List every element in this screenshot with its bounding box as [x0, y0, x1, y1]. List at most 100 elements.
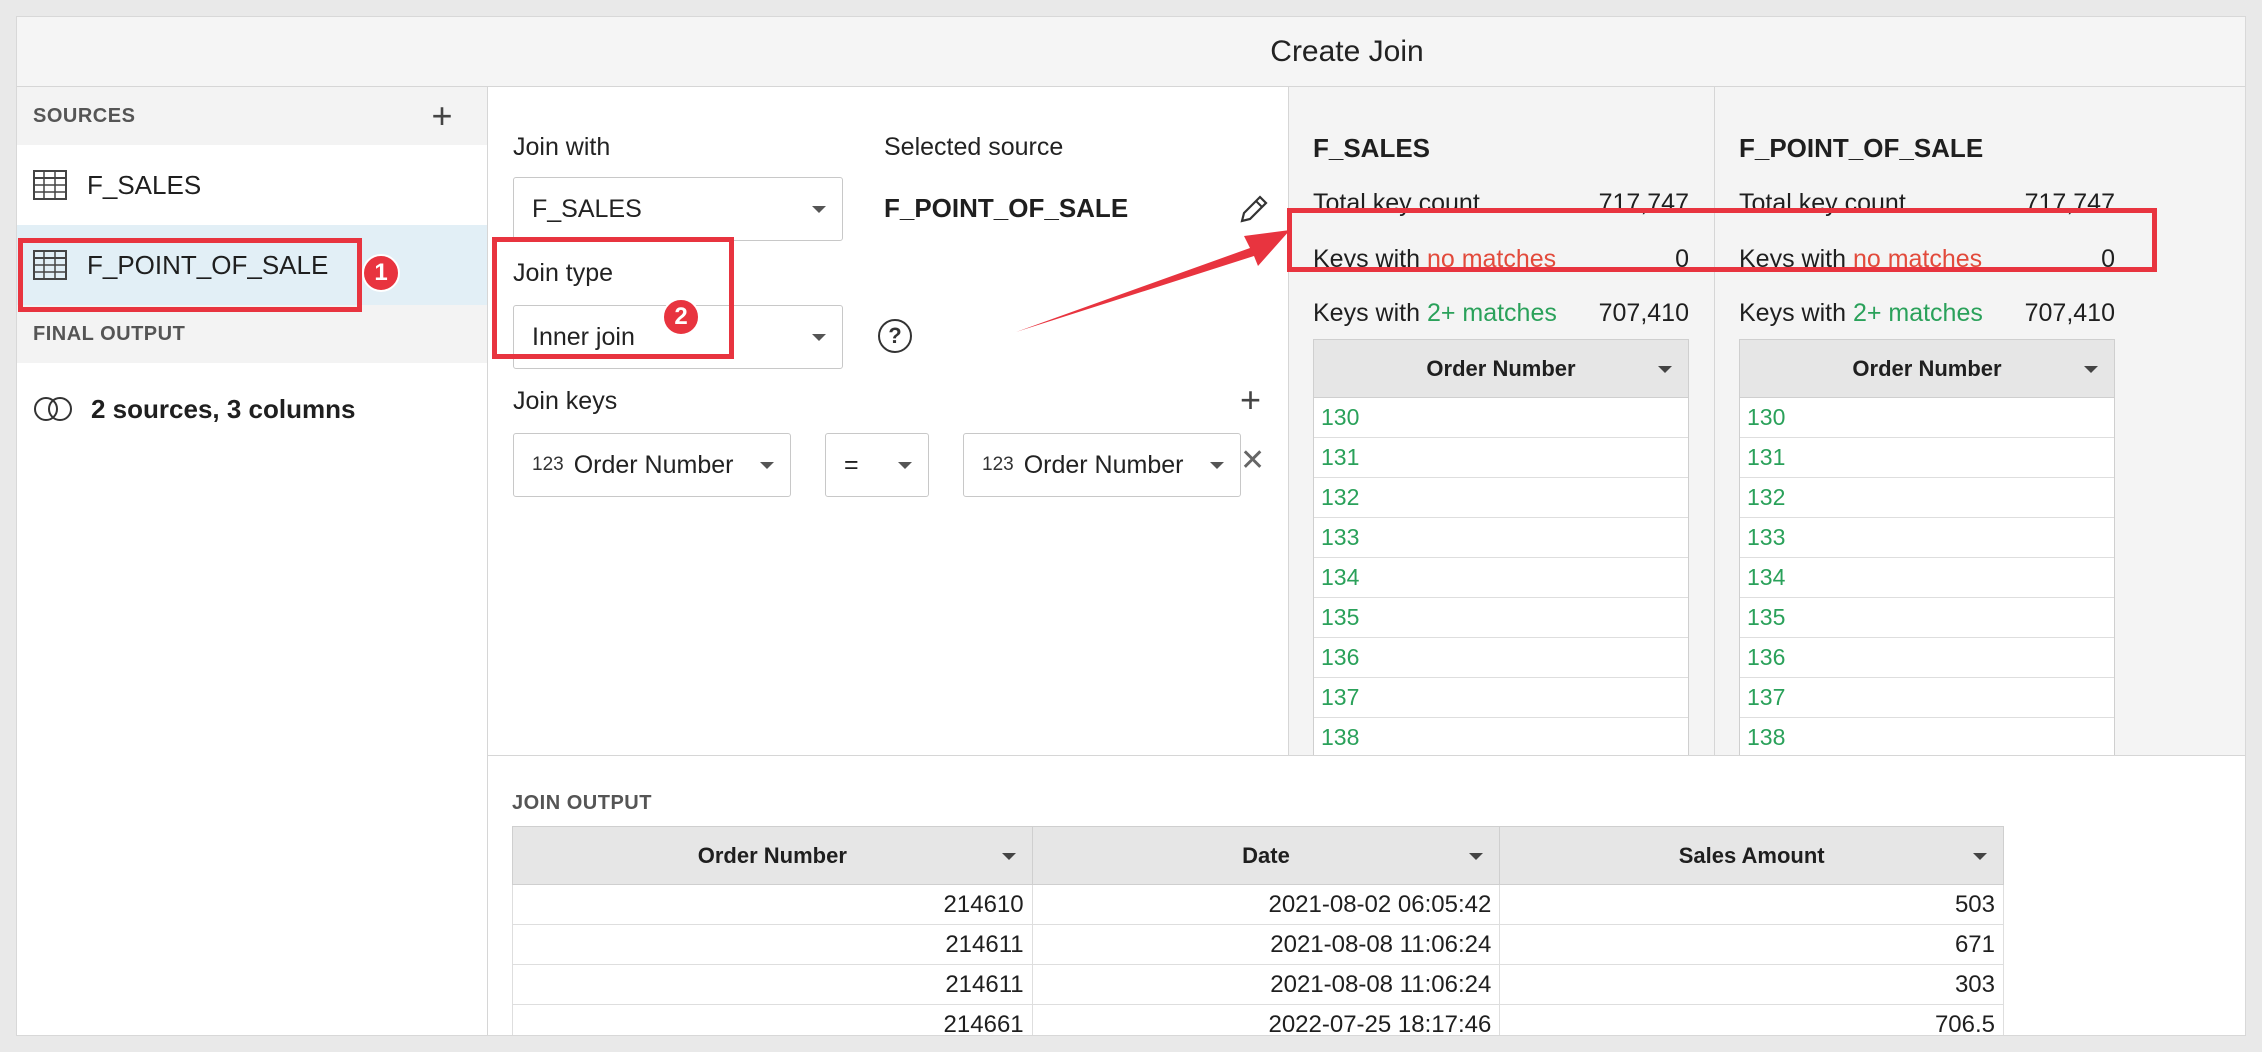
table-cell: 214610 — [512, 884, 1033, 925]
highlight-box-join-type — [492, 237, 734, 359]
final-output-header: FINAL OUTPUT — [17, 305, 487, 363]
chevron-down-icon[interactable] — [1658, 366, 1672, 373]
join-output-table: Order Number Date Sales Amount 214610 20… — [512, 826, 2004, 1035]
key-row: 131 — [1740, 438, 2114, 478]
multi-match-label: 2+ matches — [1852, 299, 1983, 327]
key-row: 135 — [1740, 598, 2114, 638]
multi-match-prefix: Keys with — [1739, 299, 1853, 327]
right-key-value: Order Number — [1023, 450, 1184, 479]
chevron-down-icon — [812, 206, 826, 213]
key-row: 133 — [1314, 518, 1688, 558]
table-cell: 2021-08-02 06:05:42 — [1031, 884, 1501, 925]
join-with-dropdown[interactable]: F_SALES — [513, 177, 843, 241]
column-header-label: Order Number — [1426, 355, 1576, 381]
table-cell: 503 — [1499, 884, 2004, 925]
numeric-type-icon: 123 — [982, 454, 1014, 475]
multi-matches-row: Keys with 2+ matches 707,410 — [1739, 299, 2115, 328]
chevron-down-icon — [898, 462, 912, 469]
join-with-value: F_SALES — [532, 194, 642, 223]
key-row: 136 — [1740, 638, 2114, 678]
stats-source-name: F_SALES — [1313, 133, 1431, 163]
key-row: 132 — [1314, 478, 1688, 518]
source-label: F_SALES — [87, 169, 202, 200]
column-header-label: Order Number — [697, 842, 847, 868]
column-header-label: Date — [1242, 842, 1290, 868]
key-row: 134 — [1740, 558, 2114, 598]
add-join-key-icon[interactable]: + — [1240, 379, 1261, 421]
key-row: 130 — [1740, 398, 2114, 438]
key-grid-header[interactable]: Order Number — [1314, 340, 1688, 398]
operator-dropdown[interactable]: = — [825, 433, 929, 497]
help-icon[interactable]: ? — [878, 319, 912, 353]
join-output-panel: JOIN OUTPUT Order Number Date Sales Amou… — [488, 755, 2245, 1035]
create-join-dialog: Create Join SOURCES + F_SALES F_POINT_OF… — [16, 16, 2246, 1036]
column-header-sales-amount[interactable]: Sales Amount — [1499, 826, 2004, 885]
chevron-down-icon[interactable] — [1469, 853, 1484, 860]
key-row: 130 — [1314, 398, 1688, 438]
title-bar: Create Join — [17, 17, 2245, 87]
multi-match-prefix: Keys with — [1313, 299, 1427, 327]
key-row: 133 — [1740, 518, 2114, 558]
stats-panel-f-sales: F_SALES Total key count 717,747 Keys wit… — [1288, 87, 1714, 755]
join-config-panel: Join with F_SALES Selected source F_POIN… — [488, 87, 1288, 755]
chevron-down-icon — [812, 334, 826, 341]
key-grid: Order Number 130 131 132 133 134 135 136… — [1739, 339, 2115, 755]
highlight-box-no-matches — [1287, 208, 2157, 272]
table-cell: 706.5 — [1499, 1004, 2004, 1035]
table-row: 214661 2022-07-25 18:17:46 706.5 — [512, 1004, 2004, 1035]
key-row: 137 — [1740, 678, 2114, 718]
table-icon — [33, 170, 67, 200]
table-cell: 2021-08-08 11:06:24 — [1031, 924, 1501, 965]
remove-key-icon[interactable]: ✕ — [1240, 443, 1265, 478]
sources-header-label: SOURCES — [33, 104, 136, 127]
key-grid-header[interactable]: Order Number — [1740, 340, 2114, 398]
chevron-down-icon — [1210, 462, 1224, 469]
step-badge-2: 2 — [662, 298, 700, 336]
selected-source-label: Selected source — [884, 133, 1064, 161]
step-badge-1: 1 — [362, 254, 400, 292]
multi-match-value: 707,410 — [2024, 299, 2115, 327]
final-output-label: 2 sources, 3 columns — [91, 393, 356, 424]
join-circles-icon — [34, 397, 72, 421]
table-cell: 2022-07-25 18:17:46 — [1031, 1004, 1501, 1035]
chevron-down-icon[interactable] — [1001, 853, 1016, 860]
table-cell: 303 — [1499, 964, 2004, 1005]
final-output-item[interactable]: 2 sources, 3 columns — [17, 363, 487, 455]
sources-header: SOURCES + — [17, 87, 487, 145]
stats-panel-f-point-of-sale: F_POINT_OF_SALE Total key count 717,747 … — [1714, 87, 2245, 755]
table-cell: 2021-08-08 11:06:24 — [1031, 964, 1501, 1005]
stats-source-name: F_POINT_OF_SALE — [1739, 133, 1984, 163]
key-row: 138 — [1740, 718, 2114, 755]
table-row: 214610 2021-08-02 06:05:42 503 — [512, 884, 2004, 925]
chevron-down-icon[interactable] — [1973, 853, 1987, 860]
chevron-down-icon — [760, 462, 774, 469]
key-row: 135 — [1314, 598, 1688, 638]
join-keys-label: Join keys — [513, 387, 618, 415]
multi-match-value: 707,410 — [1598, 299, 1689, 327]
selected-source-value: F_POINT_OF_SALE — [884, 193, 1129, 223]
table-row: 214611 2021-08-08 11:06:24 671 — [512, 924, 2004, 965]
operator-value: = — [844, 450, 859, 479]
column-header-order-number[interactable]: Order Number — [512, 826, 1033, 885]
key-row: 132 — [1740, 478, 2114, 518]
table-cell: 671 — [1499, 924, 2004, 965]
edit-pencil-icon[interactable] — [1236, 191, 1272, 227]
table-row: 214611 2021-08-08 11:06:24 303 — [512, 964, 2004, 1005]
table-cell: 214611 — [512, 924, 1033, 965]
add-source-icon[interactable]: + — [431, 95, 453, 137]
numeric-type-icon: 123 — [532, 454, 564, 475]
column-header-date[interactable]: Date — [1031, 826, 1501, 885]
source-item-f-sales[interactable]: F_SALES — [17, 145, 487, 225]
key-row: 131 — [1314, 438, 1688, 478]
sidebar: SOURCES + F_SALES F_POINT_OF_SALE FINAL … — [17, 87, 488, 1035]
highlight-box-source — [18, 238, 362, 312]
join-output-header: JOIN OUTPUT — [512, 792, 652, 814]
chevron-down-icon[interactable] — [2084, 366, 2098, 373]
right-key-dropdown[interactable]: 123 Order Number — [963, 433, 1241, 497]
left-key-value: Order Number — [573, 450, 734, 479]
table-cell: 214611 — [512, 964, 1033, 1005]
key-row: 138 — [1314, 718, 1688, 755]
left-key-dropdown[interactable]: 123 Order Number — [513, 433, 791, 497]
join-with-label: Join with — [513, 133, 611, 161]
table-cell: 214661 — [512, 1004, 1033, 1035]
